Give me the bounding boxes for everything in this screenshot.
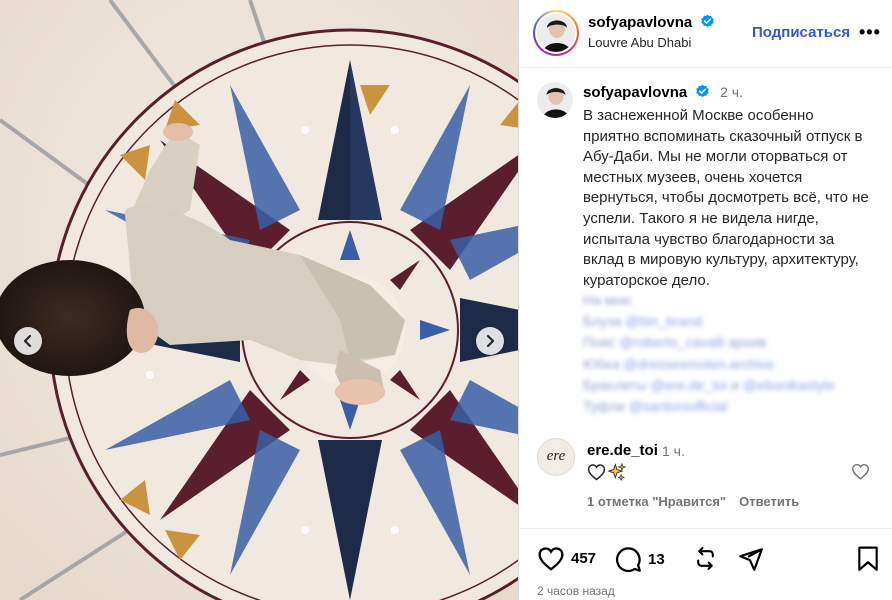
- caption-avatar[interactable]: [537, 82, 573, 118]
- caption-header: sofyapavlovna 2 ч.: [583, 84, 743, 102]
- heart-icon: [538, 547, 564, 571]
- post-header: sofyapavlovna Louvre Abu Dhabi Подписать…: [519, 0, 892, 68]
- commenter-avatar[interactable]: ere: [537, 438, 575, 476]
- mention-link[interactable]: @ere.de_toi: [651, 377, 727, 393]
- like-button[interactable]: 457: [537, 546, 596, 571]
- sparkles-icon: [607, 462, 627, 482]
- post-timestamp[interactable]: 2 часов назад: [537, 584, 615, 598]
- author-username[interactable]: sofyapavlovna: [588, 14, 692, 31]
- reply-button[interactable]: Ответить: [739, 494, 799, 509]
- share-button[interactable]: [738, 546, 764, 572]
- credit-line: Туфли @santoniofficial: [583, 398, 728, 415]
- credit-line: Юбка @dressesmoten.archive: [583, 355, 775, 372]
- send-icon: [739, 548, 763, 571]
- next-slide-button[interactable]: [476, 327, 504, 355]
- instagram-post: sofyapavlovna Louvre Abu Dhabi Подписать…: [0, 0, 892, 600]
- post-actions-bar: 457 13 2 часов назад: [519, 528, 892, 600]
- caption-credits: На мне: Блуза @bin_brand Пояс @roberto_c…: [583, 290, 873, 417]
- mention-link[interactable]: @santoniofficial: [629, 398, 728, 414]
- comment-like-button[interactable]: [851, 463, 870, 485]
- likes-count[interactable]: 457: [571, 550, 596, 567]
- heart-outline-icon: [587, 464, 606, 481]
- caption-text: В заснеженной Москве особенно приятно вс…: [583, 107, 869, 289]
- post-media[interactable]: [0, 0, 518, 600]
- post-sidebar: sofyapavlovna Louvre Abu Dhabi Подписать…: [518, 0, 892, 600]
- caption-time[interactable]: 2 ч.: [720, 84, 743, 100]
- comment-bubble-icon: [615, 547, 641, 572]
- post-location[interactable]: Louvre Abu Dhabi: [588, 35, 691, 50]
- save-button[interactable]: [857, 546, 879, 572]
- comments-count[interactable]: 13: [648, 551, 665, 568]
- bookmark-icon: [858, 546, 878, 571]
- credit-line: Пояс @roberto_cavalli архив: [583, 334, 767, 351]
- avatar-logo-text: ere: [546, 448, 566, 464]
- comment-text: [587, 462, 627, 482]
- commenter-username[interactable]: ere.de_toi: [587, 442, 658, 459]
- comment-time[interactable]: 1 ч.: [662, 443, 685, 459]
- comment-meta: 1 отметка "Нравится" Ответить: [587, 494, 799, 509]
- mention-link[interactable]: @dressesmoten.archive: [623, 356, 774, 372]
- comments-section[interactable]: sofyapavlovna 2 ч. В заснеженной Москве …: [519, 68, 892, 528]
- credit-line: Блуза @bin_brand: [583, 313, 702, 330]
- heart-outline-icon: [852, 464, 869, 480]
- mention-link[interactable]: @roberto_cavalli: [619, 334, 724, 350]
- repost-icon: [697, 547, 714, 570]
- repost-button[interactable]: [693, 546, 718, 571]
- chevron-right-icon: [486, 335, 495, 347]
- verified-badge-icon: [695, 84, 709, 98]
- chevron-left-icon: [23, 335, 32, 347]
- follow-button[interactable]: Подписаться: [752, 24, 850, 41]
- mention-link[interactable]: @ebonikastyle: [743, 377, 835, 393]
- avatar: [537, 14, 575, 52]
- comment-button[interactable]: 13: [615, 546, 665, 573]
- author-avatar[interactable]: [533, 10, 579, 56]
- caption-author[interactable]: sofyapavlovna: [583, 84, 687, 101]
- mention-link[interactable]: @bin_brand: [625, 313, 702, 329]
- credit-line: На мне:: [583, 292, 634, 308]
- comment-likes-count[interactable]: 1 отметка "Нравится": [587, 494, 726, 509]
- previous-slide-button[interactable]: [14, 327, 42, 355]
- verified-badge-icon: [700, 14, 714, 28]
- post-photo: [0, 0, 518, 600]
- more-options-button[interactable]: •••: [859, 22, 881, 43]
- credit-line: Браслеты @ere.de_toi и @ebonikastyle: [583, 376, 835, 393]
